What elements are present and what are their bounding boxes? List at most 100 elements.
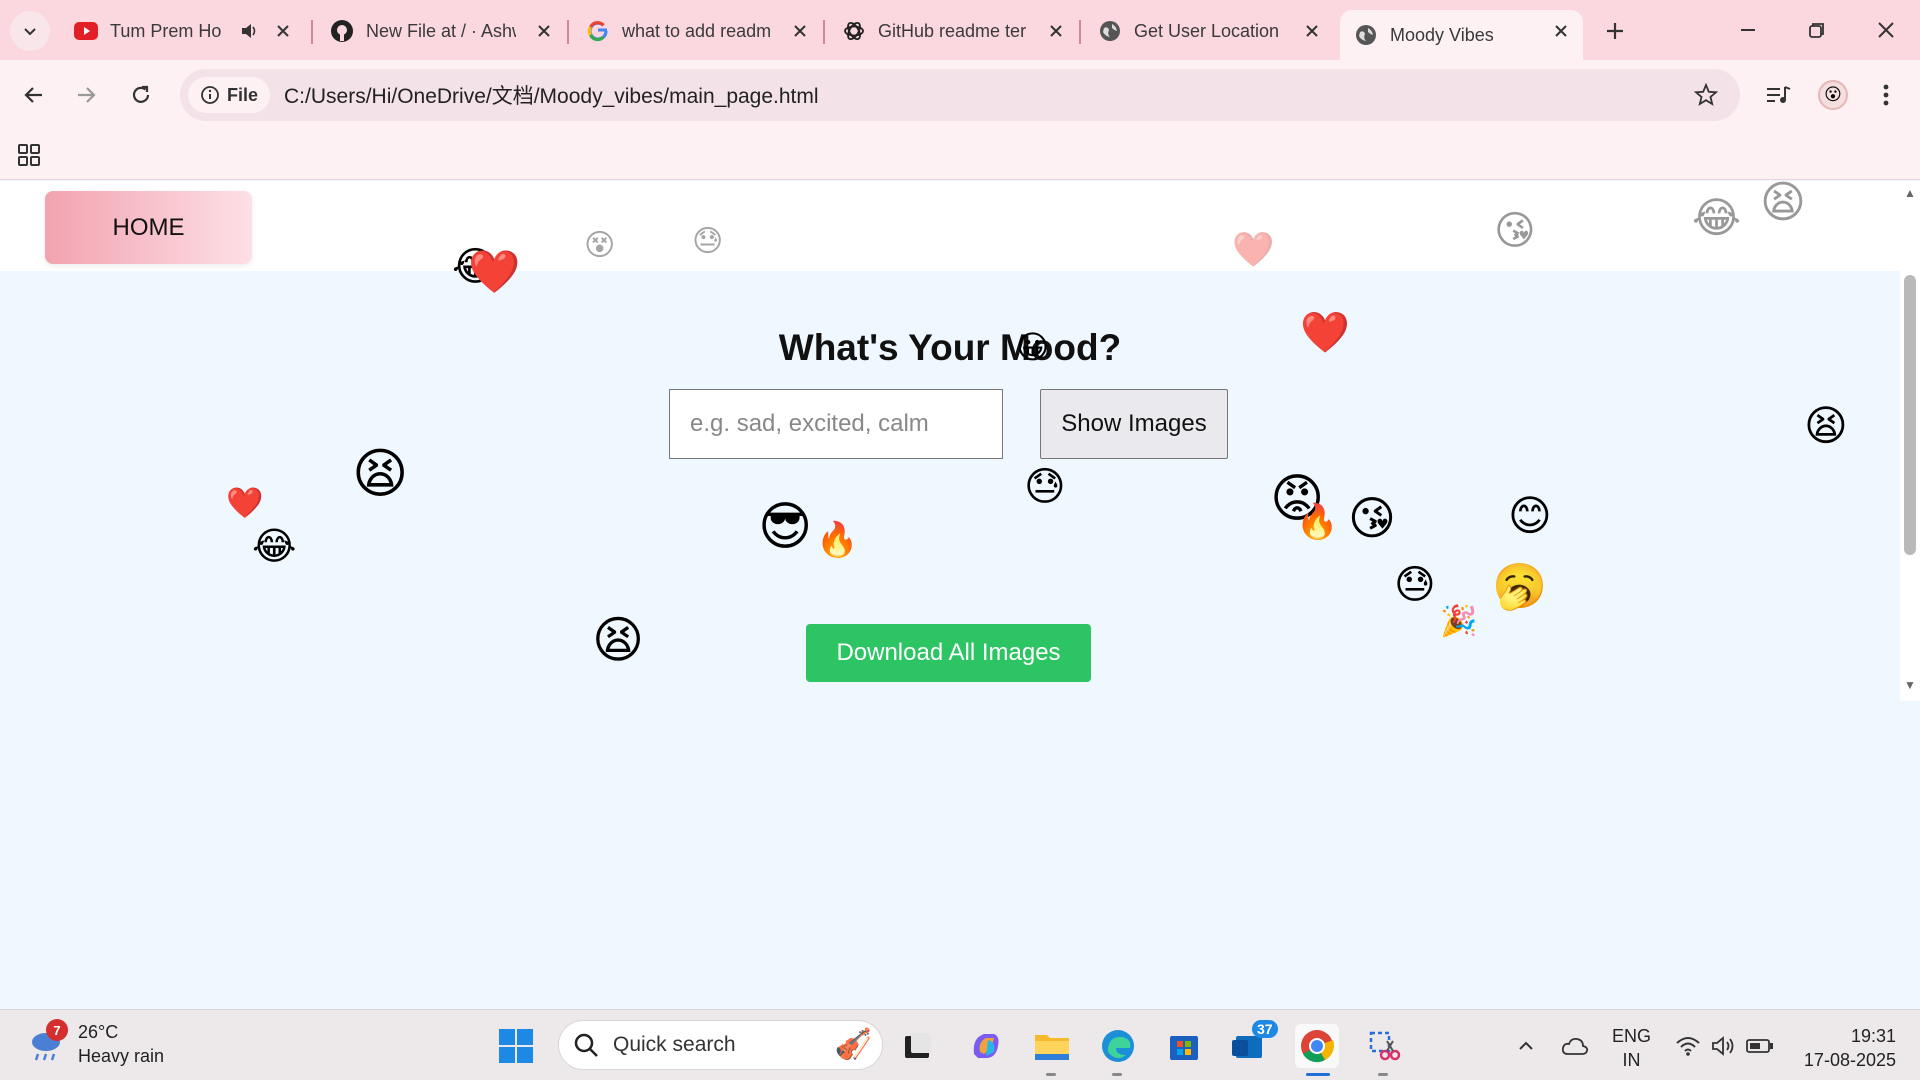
battery-button[interactable]: [1740, 1026, 1780, 1066]
close-tab-icon[interactable]: [273, 21, 293, 41]
network-button[interactable]: [1668, 1026, 1708, 1066]
site-info-label: File: [227, 84, 259, 105]
avatar: 😮: [1818, 80, 1848, 110]
floating-emoji: 😓: [692, 224, 724, 259]
volume-icon: [1712, 1036, 1734, 1056]
tab-moody-vibes[interactable]: Moody Vibes: [1340, 10, 1583, 60]
chatgpt-icon: [842, 19, 866, 43]
floating-emoji: 😫: [352, 442, 409, 505]
floating-emoji: 😎: [758, 497, 813, 557]
search-label: Quick search: [613, 1033, 736, 1056]
taskbar-app-chrome[interactable]: [1295, 1024, 1339, 1068]
tab-github-new-file[interactable]: New File at / · Ashw: [316, 10, 566, 52]
clock-time: 19:31: [1850, 1026, 1896, 1046]
floating-emoji: 😫: [1760, 181, 1806, 228]
taskbar-app-terminal[interactable]: [897, 1026, 937, 1066]
language-indicator[interactable]: ENG IN: [1612, 1024, 1651, 1072]
bookmark-star-button[interactable]: [1692, 81, 1720, 109]
taskbar-search[interactable]: Quick search 🎻: [558, 1020, 883, 1070]
restore-button[interactable]: [1795, 10, 1839, 50]
tab-chatgpt[interactable]: GitHub readme ter: [828, 10, 1078, 52]
floating-emoji: 🔥: [1296, 502, 1339, 542]
floating-emoji: 😓: [1394, 562, 1436, 608]
media-controls-button[interactable]: [1758, 75, 1798, 115]
taskbar-app-outlook[interactable]: 37: [1230, 1020, 1278, 1066]
back-button[interactable]: [14, 75, 54, 115]
tab-get-user-location[interactable]: Get User Location: [1084, 10, 1334, 52]
tab-separator: [1079, 20, 1081, 44]
globe-icon: [1098, 19, 1122, 43]
show-hidden-icons-button[interactable]: [1506, 1026, 1546, 1066]
floating-emoji: 🥱: [1492, 561, 1547, 612]
chevron-up-icon: [1519, 1041, 1533, 1050]
running-indicator: [1112, 1073, 1122, 1076]
github-icon: [330, 19, 354, 43]
browser-menu-button[interactable]: [1866, 75, 1906, 115]
floating-emoji: 😂: [1692, 193, 1742, 242]
minimize-button[interactable]: [1726, 10, 1770, 50]
site-info-chip[interactable]: File: [188, 77, 271, 113]
taskbar-app-snipping-tool[interactable]: [1364, 1026, 1404, 1066]
profile-avatar-button[interactable]: 😮: [1813, 75, 1853, 115]
apps-grid-button[interactable]: [16, 142, 42, 168]
close-icon: [1878, 22, 1894, 38]
outlook-badge: 37: [1252, 1020, 1278, 1038]
taskbar-app-edge[interactable]: [1098, 1026, 1138, 1066]
reload-icon: [132, 85, 150, 103]
new-tab-button[interactable]: [1598, 14, 1632, 48]
clock-date: 17-08-2025: [1803, 1050, 1896, 1070]
info-icon: [201, 86, 219, 104]
taskbar-app-file-explorer[interactable]: [1032, 1026, 1072, 1066]
close-tab-icon[interactable]: [1302, 21, 1322, 41]
tab-google-search[interactable]: what to add readm: [572, 10, 822, 52]
floating-emoji: ❤️: [226, 486, 264, 521]
forward-button[interactable]: [66, 75, 106, 115]
tab-separator: [823, 20, 825, 44]
chevron-down-icon: [24, 28, 36, 36]
floating-emoji: 🎉: [1440, 604, 1478, 639]
close-tab-icon[interactable]: [1551, 21, 1571, 41]
mood-input[interactable]: [669, 389, 1003, 459]
weather-temp: 26°C: [78, 1022, 119, 1042]
weather-widget[interactable]: 7 26°C Heavy rain: [26, 1019, 164, 1068]
close-tab-icon[interactable]: [534, 21, 554, 41]
wifi-icon: [1676, 1037, 1700, 1056]
floating-emoji: 🔥: [816, 520, 859, 560]
copilot-icon: [973, 1034, 999, 1058]
tab-youtube[interactable]: Tum Prem Ho: [60, 10, 305, 52]
onedrive-tray-button[interactable]: [1555, 1026, 1595, 1066]
windows-taskbar: 7 26°C Heavy rain Quick search 🎻 37 ENG …: [0, 1009, 1920, 1080]
close-window-button[interactable]: [1864, 10, 1908, 50]
language-code: ENG: [1612, 1026, 1652, 1046]
browser-toolbar: File C:/Users/Hi/OneDrive/文档/Moody_vibes…: [0, 60, 1920, 130]
tab-title: Get User Location: [1134, 20, 1280, 41]
youtube-icon: [74, 19, 98, 43]
active-app-indicator: [1306, 1073, 1330, 1076]
close-tab-icon[interactable]: [1046, 21, 1066, 41]
floating-emoji: 😫: [592, 611, 645, 669]
scrollbar-thumb[interactable]: [1904, 275, 1916, 555]
home-button[interactable]: HOME: [45, 191, 252, 264]
running-indicator: [1046, 1073, 1056, 1076]
scroll-up-arrow[interactable]: ▲: [1902, 186, 1918, 200]
volume-button[interactable]: [1704, 1026, 1744, 1066]
tab-title: Moody Vibes: [1390, 24, 1494, 45]
floating-emoji: ❤️: [1300, 310, 1350, 356]
url-text[interactable]: C:/Users/Hi/OneDrive/文档/Moody_vibes/main…: [284, 80, 819, 110]
cloud-sync-icon: [1561, 1037, 1589, 1055]
speaker-icon[interactable]: [239, 21, 259, 46]
taskbar-app-copilot[interactable]: [966, 1026, 1006, 1066]
download-all-images-button[interactable]: Download All Images: [806, 624, 1091, 682]
apps-grid-icon: [18, 144, 40, 166]
scroll-down-arrow[interactable]: ▼: [1902, 678, 1918, 692]
close-tab-icon[interactable]: [790, 21, 810, 41]
start-button[interactable]: [496, 1026, 536, 1066]
reload-button[interactable]: [121, 75, 161, 115]
show-images-button[interactable]: Show Images: [1040, 389, 1228, 459]
taskbar-app-store[interactable]: [1164, 1026, 1204, 1066]
address-bar[interactable]: File C:/Users/Hi/OneDrive/文档/Moody_vibes…: [180, 69, 1740, 121]
music-queue-icon: [1767, 86, 1791, 103]
region-code: IN: [1622, 1050, 1641, 1070]
clock[interactable]: 19:31 17-08-2025: [1796, 1024, 1896, 1072]
tab-search-button[interactable]: [10, 11, 50, 51]
